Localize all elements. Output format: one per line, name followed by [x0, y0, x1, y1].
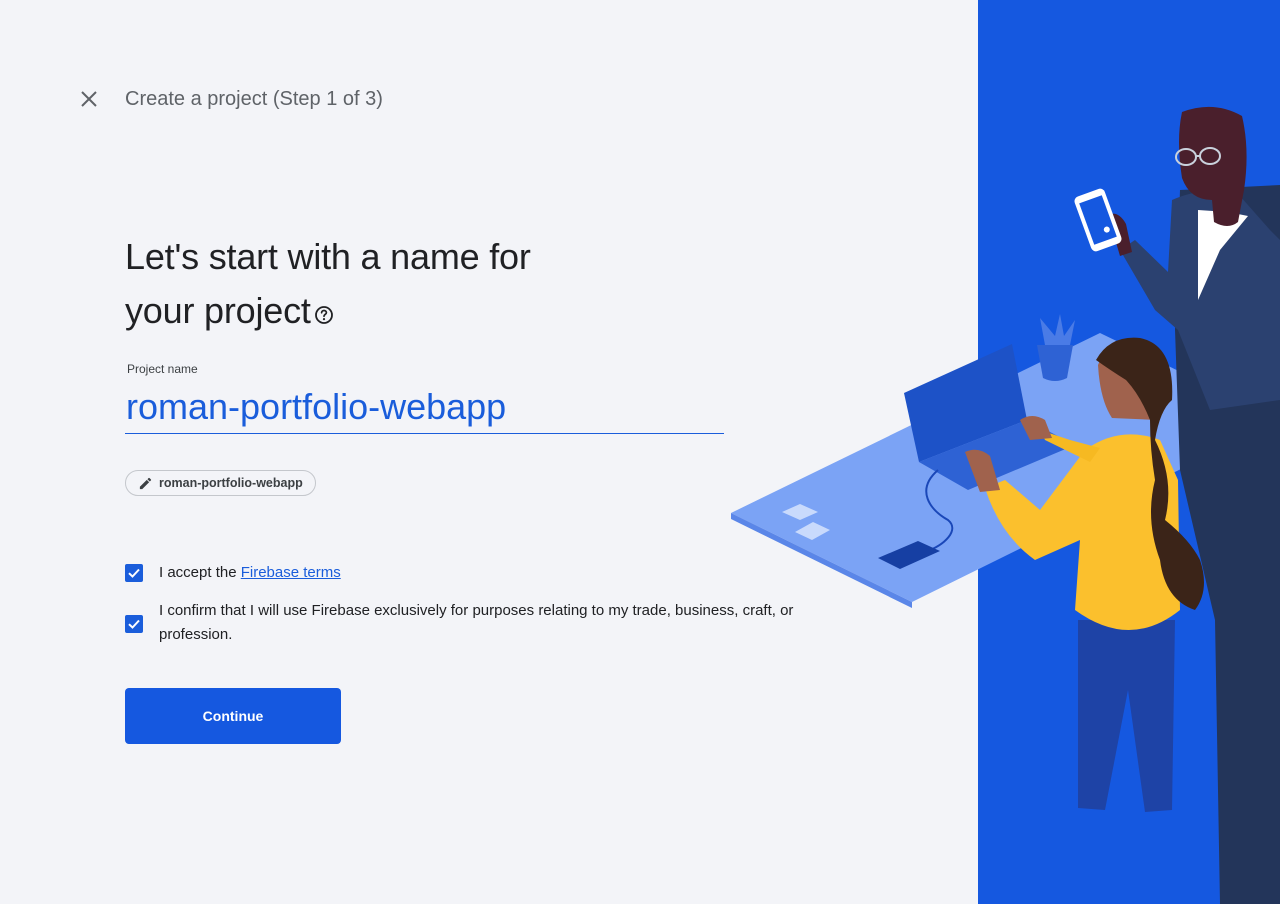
terms-text: I accept the Firebase terms — [159, 561, 341, 585]
terms-prefix: I accept the — [159, 564, 241, 581]
terms-row: I accept the Firebase terms — [125, 561, 341, 585]
terms-checkbox[interactable] — [125, 564, 143, 582]
check-icon — [128, 568, 140, 578]
page-headline: Let's start with a name for your project — [125, 230, 645, 340]
project-name-input[interactable] — [125, 380, 724, 434]
close-icon — [81, 91, 97, 107]
help-circle-icon[interactable] — [314, 286, 334, 340]
headline-line-1: Let's start with a name for — [125, 236, 531, 277]
illustration — [731, 106, 1280, 904]
project-id-chip[interactable]: roman-portfolio-webapp — [125, 470, 316, 496]
confirm-checkbox[interactable] — [125, 615, 143, 633]
check-icon — [128, 619, 140, 629]
step-title: Create a project (Step 1 of 3) — [125, 88, 383, 110]
headline-line-2: your project — [125, 290, 311, 331]
project-id-text: roman-portfolio-webapp — [159, 476, 303, 490]
project-name-label: Project name — [127, 362, 198, 376]
close-button[interactable] — [76, 86, 102, 112]
continue-button[interactable]: Continue — [125, 688, 341, 744]
pencil-icon — [139, 477, 152, 489]
firebase-terms-link[interactable]: Firebase terms — [241, 564, 341, 581]
